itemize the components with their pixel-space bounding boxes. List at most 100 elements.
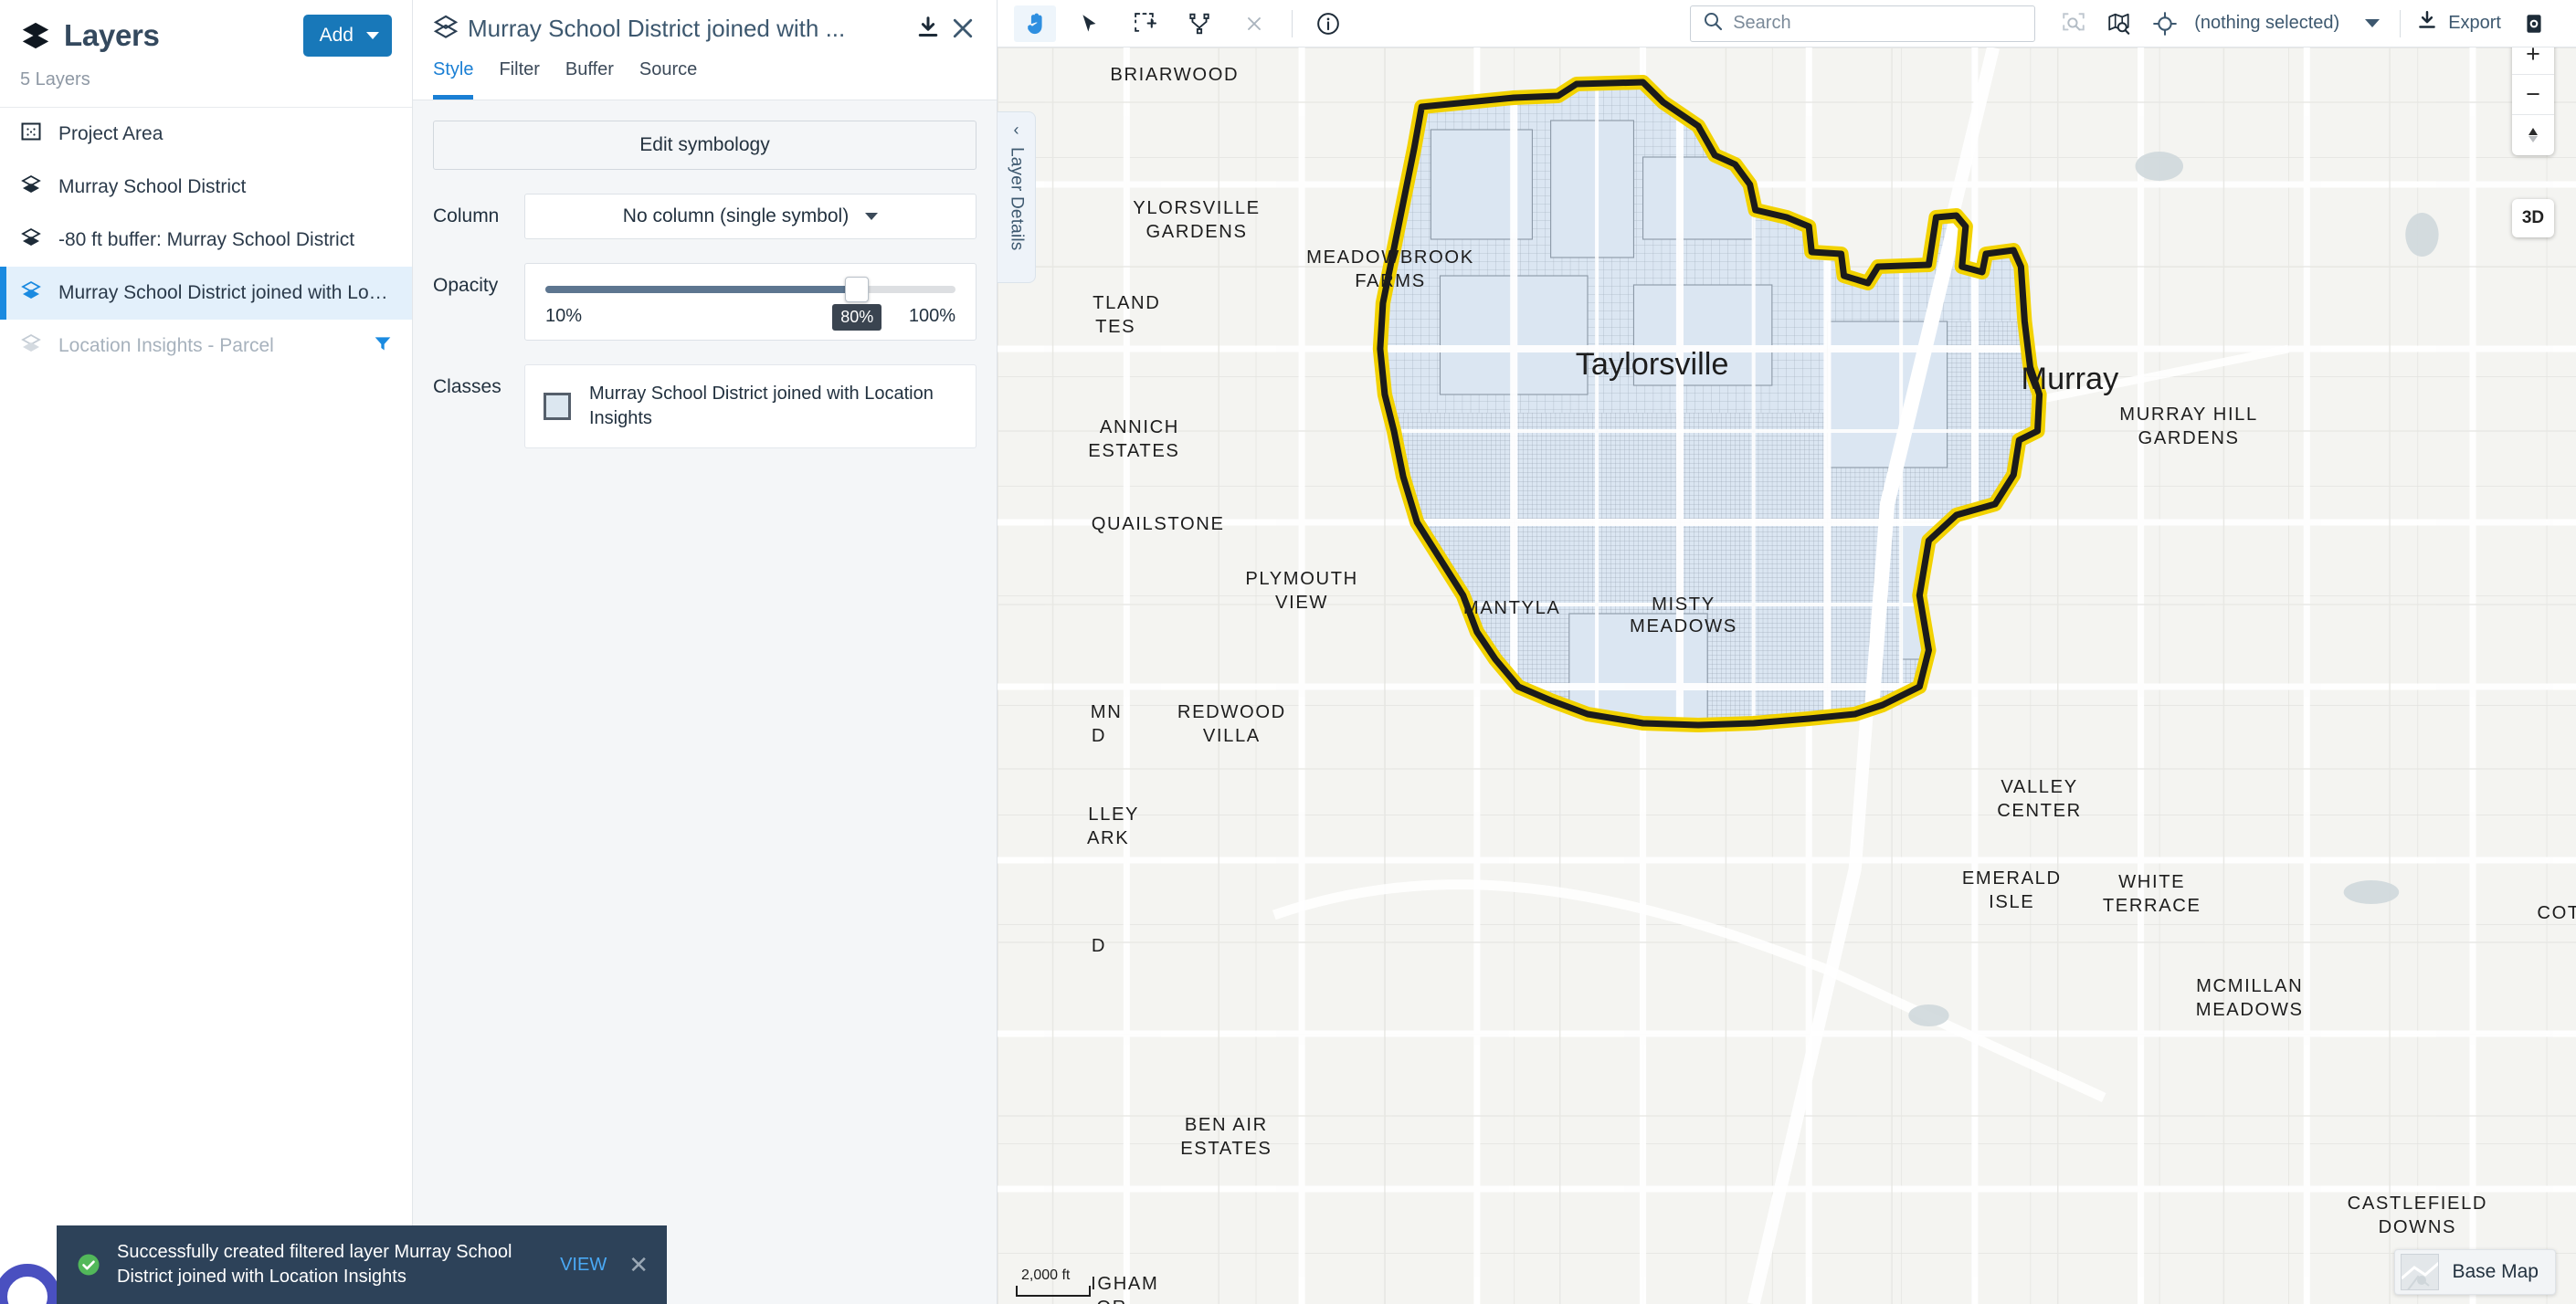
- select-tool-button[interactable]: [1069, 5, 1111, 42]
- map-neighborhood-label: MEADOWBROOK: [1306, 247, 1474, 268]
- layer-row[interactable]: Murray School District: [0, 161, 412, 214]
- opacity-max-label: 100%: [908, 306, 955, 326]
- clear-selection-tool-button[interactable]: [1233, 5, 1275, 42]
- layer-details-label: Layer Details: [1007, 147, 1027, 251]
- add-layer-label: Add: [319, 25, 354, 46]
- style-panel-tabs: Style Filter Buffer Source: [413, 57, 997, 100]
- search-input[interactable]: [1733, 13, 2024, 34]
- layer-row[interactable]: Location Insights - Parcel: [0, 320, 412, 373]
- view-3d-button[interactable]: 3D: [2512, 199, 2554, 237]
- layer-row[interactable]: Project Area: [0, 108, 412, 161]
- layer-icon: [20, 174, 42, 201]
- map-neighborhood-label: TLAND: [1093, 293, 1160, 313]
- gis-application-window: Layers Add 5 Layers Project Area Murray …: [0, 0, 2576, 1304]
- style-panel-body: Edit symbology Column No column (single …: [413, 100, 997, 468]
- layer-row-label: Project Area: [58, 123, 164, 144]
- search-icon: [1702, 10, 1724, 37]
- search-box[interactable]: [1690, 5, 2036, 42]
- map-labels: BRIARWOOD YLORSVILLE GARDENS MEADOWBROOK FAR…: [1087, 65, 2576, 1304]
- edit-symbology-button[interactable]: Edit symbology: [433, 121, 977, 170]
- map-neighborhood-label: MCMILLAN: [2196, 976, 2303, 996]
- map-neighborhood-label: VILLA: [1203, 726, 1261, 746]
- opacity-field: Opacity 10% 80% 100%: [433, 263, 977, 341]
- tab-source[interactable]: Source: [627, 57, 710, 100]
- map-neighborhood-label: OR: [1096, 1298, 1126, 1304]
- add-layer-button[interactable]: Add: [302, 15, 392, 57]
- layer-details-tab[interactable]: ‹ Layer Details: [998, 111, 1036, 283]
- layer-row-label: -80 ft buffer: Murray School District: [58, 229, 355, 250]
- layer-row-label: Murray School District joined with Locat…: [58, 282, 392, 303]
- toast-view-button[interactable]: VIEW: [560, 1255, 607, 1276]
- city-label-taylorsville: Taylorsville: [1576, 347, 1729, 382]
- map-neighborhood-label: REDWOOD: [1177, 702, 1286, 722]
- pan-tool-button[interactable]: [1014, 5, 1056, 42]
- success-check-icon: [77, 1253, 100, 1277]
- map-neighborhood-label: COTTONWOOD: [2537, 903, 2576, 923]
- map-search-icon[interactable]: [2101, 5, 2138, 42]
- map-neighborhood-label: MEADOWS: [1630, 616, 1737, 636]
- tab-style[interactable]: Style: [433, 57, 486, 100]
- opacity-slider-thumb[interactable]: [845, 277, 870, 302]
- map-neighborhood-label: MEADOWS: [2196, 1000, 2304, 1020]
- tab-buffer[interactable]: Buffer: [553, 57, 627, 100]
- opacity-value-badge: 80%: [832, 304, 882, 331]
- path-select-tool-button[interactable]: [1178, 5, 1220, 42]
- map-neighborhood-label: PLYMOUTH: [1245, 569, 1358, 589]
- map-neighborhood-label: VIEW: [1275, 593, 1328, 613]
- compass-icon[interactable]: [2512, 115, 2554, 155]
- map-neighborhood-label: MN: [1091, 702, 1123, 722]
- zoom-out-button[interactable]: −: [2512, 75, 2554, 115]
- map-neighborhood-label: LLEY: [1088, 804, 1139, 825]
- layer-icon: [20, 332, 42, 360]
- layer-row[interactable]: -80 ft buffer: Murray School District: [0, 214, 412, 267]
- map-neighborhood-label: ARK: [1087, 828, 1129, 848]
- close-icon[interactable]: [949, 15, 977, 42]
- opacity-slider-fill: [545, 286, 858, 293]
- export-button[interactable]: Export: [2415, 9, 2501, 38]
- tab-filter[interactable]: Filter: [486, 57, 552, 100]
- map-neighborhood-label: QUAILSTONE: [1092, 514, 1225, 534]
- selection-chevron-down-icon[interactable]: [2365, 19, 2381, 27]
- zoom-to-selection-icon[interactable]: [2055, 5, 2092, 42]
- info-tool-button[interactable]: [1307, 5, 1349, 42]
- zoom-controls: + −: [2512, 35, 2554, 155]
- column-select[interactable]: No column (single symbol): [524, 194, 977, 239]
- scalebar-bar: [1016, 1286, 1091, 1297]
- map-area[interactable]: (nothing selected) Export: [998, 0, 2576, 1304]
- project-area-icon: [20, 121, 42, 148]
- layers-panel-header: Layers Add: [0, 0, 412, 66]
- chevron-left-icon: ‹: [1013, 121, 1019, 139]
- download-icon[interactable]: [914, 15, 942, 42]
- layers-stack-icon: [20, 20, 51, 51]
- layer-style-panel: Murray School District joined with ... S…: [413, 0, 998, 1304]
- chevron-down-icon: [865, 213, 879, 220]
- classes-list: Murray School District joined with Locat…: [524, 364, 977, 448]
- style-panel-header: Murray School District joined with ...: [413, 0, 997, 57]
- page-title: Layers: [64, 18, 160, 52]
- toast-close-icon[interactable]: ✕: [623, 1253, 649, 1277]
- map-neighborhood-label: D: [1092, 726, 1106, 746]
- opacity-min-label: 10%: [545, 306, 583, 326]
- column-field: Column No column (single symbol): [433, 194, 977, 239]
- export-label: Export: [2448, 13, 2501, 33]
- map-neighborhood-label: MURRAY HILL: [2119, 405, 2258, 425]
- basemap-switcher[interactable]: Base Map: [2394, 1249, 2556, 1295]
- box-select-tool-button[interactable]: [1124, 5, 1166, 42]
- class-color-swatch[interactable]: [544, 393, 571, 420]
- opacity-slider-labels: 10% 80% 100%: [545, 304, 955, 331]
- toast-notification: Successfully created filtered layer Murr…: [57, 1225, 667, 1304]
- opacity-slider-track[interactable]: [545, 277, 955, 302]
- map-neighborhood-label: YLORSVILLE: [1133, 198, 1260, 218]
- map-canvas[interactable]: BRIARWOOD YLORSVILLE GARDENS MEADOWBROOK FAR…: [998, 47, 2576, 1304]
- toolbar-divider: [1292, 9, 1293, 37]
- filter-icon[interactable]: [374, 334, 392, 358]
- map-neighborhood-label: GARDENS: [2138, 428, 2240, 448]
- basemap-label: Base Map: [2452, 1261, 2539, 1282]
- layer-row-selected[interactable]: Murray School District joined with Locat…: [0, 267, 412, 320]
- camera-icon[interactable]: [2516, 5, 2552, 42]
- target-icon[interactable]: [2147, 5, 2183, 42]
- layers-list: Project Area Murray School District -80 …: [0, 107, 412, 373]
- map-neighborhood-label: ISLE: [1989, 892, 2034, 912]
- map-neighborhood-label: ESTATES: [1088, 441, 1179, 461]
- map-neighborhood-label: IGHAM: [1091, 1274, 1158, 1294]
